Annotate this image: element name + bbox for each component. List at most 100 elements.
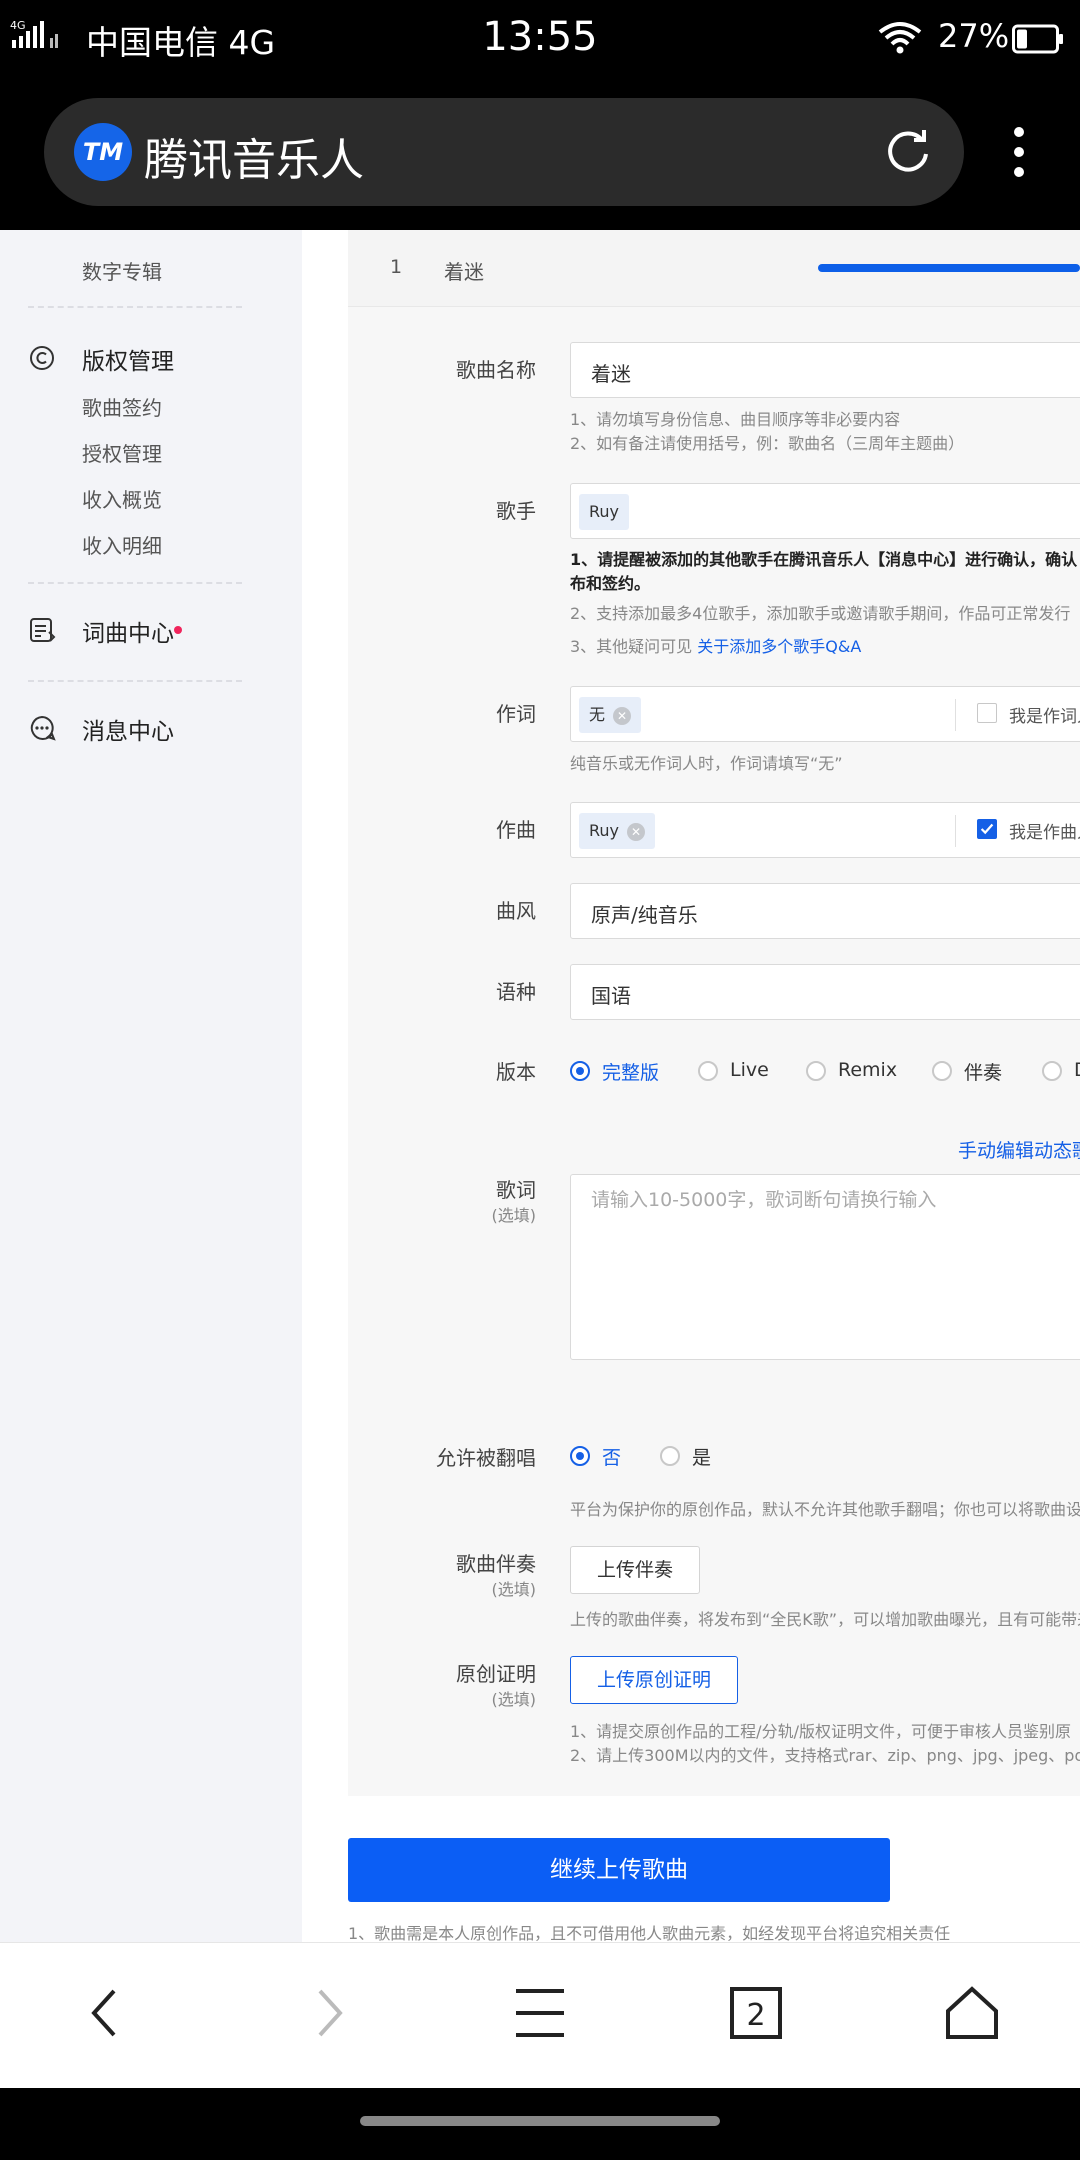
allow-cover-radio-yes[interactable] — [660, 1446, 680, 1466]
wifi-icon — [878, 22, 922, 54]
browser-bottom-nav: 2 — [0, 1942, 1080, 2088]
sidebar-section-copyright[interactable]: 版权管理 — [82, 342, 174, 376]
i-am-lyricist-checkbox[interactable] — [977, 703, 997, 723]
sidebar-item-income-detail[interactable]: 收入明细 — [82, 530, 162, 559]
copyright-icon — [30, 346, 54, 370]
main-content: 1 着迷 歌曲名称 着迷 1、请勿填写身份信息、曲目顺序等非必要内容 2、如有备… — [302, 230, 1080, 1942]
more-menu-icon[interactable] — [1004, 126, 1034, 182]
version-option-remix[interactable]: Remix — [838, 1059, 897, 1081]
battery-percent: 27% — [938, 17, 1010, 55]
continue-upload-button[interactable]: 继续上传歌曲 — [348, 1838, 890, 1902]
remove-tag-icon[interactable]: ✕ — [627, 822, 646, 841]
gesture-area — [0, 2088, 1080, 2160]
song-tab[interactable]: 1 着迷 — [348, 230, 1080, 307]
song-name-value: 着迷 — [591, 362, 631, 386]
sidebar: 数字专辑 版权管理 歌曲签约 授权管理 收入概览 收入明细 词曲中心 消息中心 — [0, 230, 302, 1942]
remove-tag-icon[interactable]: ✕ — [613, 706, 632, 725]
sidebar-divider — [28, 582, 242, 584]
lyrics-label: 歌词 — [496, 1178, 536, 1202]
i-am-composer-checkbox[interactable] — [977, 819, 997, 839]
manual-edit-lyrics-link[interactable]: 手动编辑动态歌 — [958, 1136, 1080, 1163]
forward-icon[interactable] — [298, 1983, 358, 2043]
singer-label: 歌手 — [496, 499, 536, 523]
version-label: 版本 — [496, 1060, 536, 1084]
composer-label: 作曲 — [496, 818, 536, 842]
menu-icon[interactable] — [510, 1983, 570, 2043]
singer-tag[interactable]: Ruy — [579, 494, 630, 530]
language-label: 语种 — [496, 980, 536, 1004]
sidebar-item-income-overview[interactable]: 收入概览 — [82, 484, 162, 513]
sidebar-item-digital-album[interactable]: 数字专辑 — [82, 256, 162, 285]
version-radio-accompaniment[interactable] — [932, 1061, 952, 1081]
sidebar-item-authorization[interactable]: 授权管理 — [82, 438, 162, 467]
accompaniment-label: 歌曲伴奏 — [456, 1552, 536, 1576]
version-radio-live[interactable] — [698, 1061, 718, 1081]
back-icon[interactable] — [76, 1983, 136, 2043]
sidebar-item-song-signing[interactable]: 歌曲签约 — [82, 392, 162, 421]
singer-input[interactable]: Ruy — [570, 483, 1080, 539]
song-form-panel: 1 着迷 歌曲名称 着迷 1、请勿填写身份信息、曲目顺序等非必要内容 2、如有备… — [348, 230, 1080, 1796]
version-option-d[interactable]: D — [1074, 1059, 1080, 1081]
accompaniment-optional: (选填) — [491, 1580, 537, 1599]
sidebar-section-messages[interactable]: 消息中心 — [82, 712, 174, 746]
allow-cover-radio-no[interactable] — [570, 1446, 590, 1466]
genre-label: 曲风 — [496, 899, 536, 923]
status-bar: 4G 中国电信 4G 13:55 27% — [0, 0, 1080, 76]
check-icon — [980, 823, 994, 835]
song-name-hint: 1、请勿填写身份信息、曲目顺序等非必要内容 — [570, 410, 901, 429]
version-option-full[interactable]: 完整版 — [602, 1058, 659, 1085]
song-tab-index: 1 — [390, 256, 403, 278]
home-icon[interactable] — [942, 1983, 1002, 2043]
address-bar[interactable]: TM 腾讯音乐人 — [44, 98, 964, 206]
sidebar-divider — [28, 306, 242, 308]
tabs-icon[interactable]: 2 — [726, 1983, 786, 2043]
language-value: 国语 — [591, 984, 631, 1008]
lyricist-hint: 纯音乐或无作词人时，作词请填写“无” — [570, 754, 843, 773]
originality-proof-label: 原创证明 — [456, 1662, 536, 1686]
lyrics-icon — [30, 618, 56, 642]
site-title[interactable]: 腾讯音乐人 — [144, 124, 364, 188]
composer-tag[interactable]: Ruy ✕ — [579, 813, 656, 849]
version-radio-d[interactable] — [1042, 1061, 1062, 1081]
lyrics-textarea[interactable]: 请输入10-5000字，歌词断句请换行输入 — [570, 1174, 1080, 1360]
allow-cover-option-no[interactable]: 否 — [602, 1443, 621, 1470]
i-am-composer-label: 我是作曲人 — [1009, 823, 1080, 843]
message-icon — [30, 715, 56, 741]
home-indicator[interactable] — [360, 2116, 720, 2126]
song-tab-name: 着迷 — [444, 260, 484, 284]
tab-count: 2 — [746, 1998, 765, 2033]
allow-cover-option-yes[interactable]: 是 — [692, 1443, 711, 1470]
genre-select[interactable]: 原声/纯音乐 ▾ — [570, 883, 1080, 939]
singer-hint: 3、其他疑问可见 关于添加多个歌手Q&A — [570, 633, 861, 657]
field-divider — [955, 815, 956, 847]
lyrics-placeholder: 请输入10-5000字，歌词断句请换行输入 — [591, 1189, 937, 1211]
allow-cover-hint: 平台为保护你的原创作品，默认不允许其他歌手翻唱；你也可以将歌曲设 — [570, 1500, 1080, 1519]
allow-cover-label: 允许被翻唱 — [436, 1446, 536, 1470]
multi-singer-faq-link[interactable]: 关于添加多个歌手Q&A — [697, 637, 861, 656]
lyricist-input[interactable]: 无✕ 我是作词人 — [570, 686, 1080, 742]
language-select[interactable]: 国语 ▾ — [570, 964, 1080, 1020]
version-radio-remix[interactable] — [806, 1061, 826, 1081]
version-radio-full[interactable] — [570, 1061, 590, 1081]
sidebar-section-lyrics-center[interactable]: 词曲中心 — [82, 614, 174, 648]
upload-accompaniment-button[interactable]: 上传伴奏 — [570, 1546, 701, 1594]
reload-icon[interactable] — [882, 126, 934, 178]
genre-value: 原声/纯音乐 — [591, 903, 698, 927]
song-name-input[interactable]: 着迷 — [570, 342, 1080, 398]
battery-icon — [1012, 24, 1063, 54]
accompaniment-hint: 上传的歌曲伴奏，将发布到“全民K歌”，可以增加歌曲曝光，且有可能带来 — [570, 1610, 1080, 1629]
song-name-label: 歌曲名称 — [456, 358, 536, 382]
song-name-hint: 2、如有备注请使用括号，例：歌曲名（三周年主题曲） — [570, 434, 965, 453]
upload-progress-bar — [818, 264, 1080, 272]
version-option-live[interactable]: Live — [730, 1059, 769, 1081]
singer-hint-important: 1、请提醒被添加的其他歌手在腾讯音乐人【消息中心】进行确认，确认 — [570, 550, 1078, 569]
notification-dot — [174, 626, 182, 634]
originality-proof-hint: 1、请提交原创作品的工程/分轨/版权证明文件，可便于审核人员鉴别原 — [570, 1722, 1071, 1741]
upload-originality-proof-button[interactable]: 上传原创证明 — [570, 1656, 739, 1704]
lyricist-label: 作词 — [496, 702, 536, 726]
singer-hint-important-cont: 布和签约。 — [570, 574, 651, 593]
lyricist-tag[interactable]: 无 ✕ — [579, 697, 642, 733]
lyricist-tag-text: 无 — [589, 705, 606, 724]
version-option-accompaniment[interactable]: 伴奏 — [964, 1058, 1002, 1085]
composer-input[interactable]: Ruy ✕ 我是作曲人 — [570, 802, 1080, 858]
